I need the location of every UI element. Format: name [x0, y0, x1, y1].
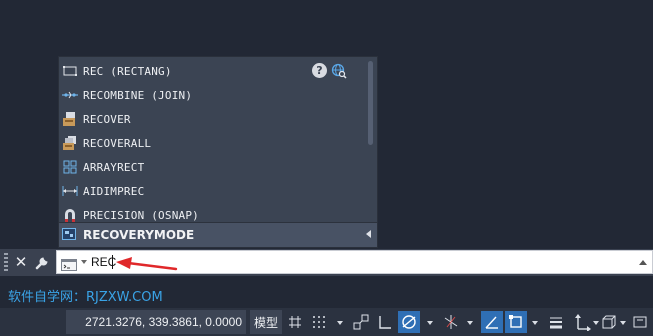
selection-cycling-icon[interactable] — [572, 311, 594, 333]
3d-snap-dropdown-icon[interactable] — [620, 321, 626, 325]
suggestion-label: REC (RECTANG) — [83, 64, 172, 78]
watermark-text: 软件自学网：RJZXW.COM — [8, 290, 163, 305]
snap-mode-icon[interactable] — [308, 311, 330, 333]
object-snap-icon[interactable] — [505, 311, 527, 333]
lineweight-icon[interactable] — [545, 311, 567, 333]
search-online-icon[interactable] — [331, 63, 347, 82]
suggestion-recover[interactable]: RECOVER — [59, 107, 365, 131]
ortho-mode-icon[interactable] — [374, 311, 396, 333]
annotation-red-arrow — [116, 257, 178, 271]
dim-precision-icon — [62, 184, 78, 198]
coordinate-readout[interactable]: 2721.3276, 339.3861, 0.0000 — [66, 310, 246, 334]
polar-dropdown-icon[interactable] — [427, 321, 433, 325]
array-rect-icon — [62, 160, 78, 174]
suggestion-label: RECOMBINE (JOIN) — [83, 88, 193, 102]
suggestion-aidimprec[interactable]: AIDIMPREC — [59, 179, 365, 203]
close-icon[interactable]: ✕ — [14, 252, 28, 272]
status-bar: 2721.3276, 339.3861, 0.0000 模型 — [0, 308, 653, 336]
annotation-monitor-icon[interactable] — [630, 311, 652, 333]
suggestion-actions: ? — [312, 63, 347, 82]
customize-wrench-icon[interactable] — [34, 253, 52, 271]
recover-icon — [62, 112, 78, 126]
suggestion-recoverymode-selected[interactable]: RECOVERYMODE — [59, 222, 377, 247]
model-space-button[interactable]: 模型 — [250, 310, 283, 334]
suggestion-label: AIDIMPREC — [83, 184, 145, 198]
command-prompt-icon[interactable] — [61, 256, 77, 271]
suggestion-label: RECOVERALL — [83, 136, 152, 150]
suggestion-rectang[interactable]: REC (RECTANG) ? — [59, 59, 365, 83]
rectangle-icon — [62, 64, 78, 78]
snap-dropdown-icon[interactable] — [337, 321, 343, 325]
suggestion-list: REC (RECTANG) ? RECOMBINE (JOIN) RECOVER — [59, 59, 365, 227]
selected-suggestion-label: RECOVERYMODE — [83, 228, 195, 242]
infer-constraints-icon[interactable] — [350, 311, 372, 333]
magnet-icon — [62, 208, 78, 222]
expand-left-icon[interactable] — [366, 230, 371, 238]
grid-icon[interactable] — [284, 311, 306, 333]
drawing-recovery-icon — [62, 228, 78, 242]
isometric-dropdown-icon[interactable] — [467, 321, 473, 325]
help-icon[interactable]: ? — [312, 63, 327, 78]
popup-scrollbar[interactable] — [368, 61, 373, 145]
polar-tracking-icon[interactable] — [398, 311, 420, 333]
recoverall-icon — [62, 136, 78, 150]
suggestion-label: PRECISION (OSNAP) — [83, 208, 199, 222]
isometric-drafting-icon[interactable] — [440, 311, 462, 333]
drag-handle-icon[interactable] — [4, 253, 8, 271]
object-snap-dropdown-icon[interactable] — [532, 321, 538, 325]
suggestion-label: ARRAYRECT — [83, 160, 145, 174]
command-autocomplete-popup: REC (RECTANG) ? RECOMBINE (JOIN) RECOVER — [58, 56, 378, 248]
text-caret — [112, 255, 113, 269]
command-history-expand-icon[interactable] — [639, 260, 647, 265]
object-snap-tracking-icon[interactable] — [481, 311, 503, 333]
join-icon — [62, 88, 78, 102]
3d-object-snap-icon[interactable] — [598, 311, 620, 333]
command-line-bar: ✕ REC — [0, 249, 653, 276]
suggestion-recoverall[interactable]: RECOVERALL — [59, 131, 365, 155]
recent-commands-dropdown-icon[interactable] — [81, 260, 87, 264]
suggestion-join[interactable]: RECOMBINE (JOIN) — [59, 83, 365, 107]
suggestion-arrayrect[interactable]: ARRAYRECT — [59, 155, 365, 179]
suggestion-label: RECOVER — [83, 112, 131, 126]
